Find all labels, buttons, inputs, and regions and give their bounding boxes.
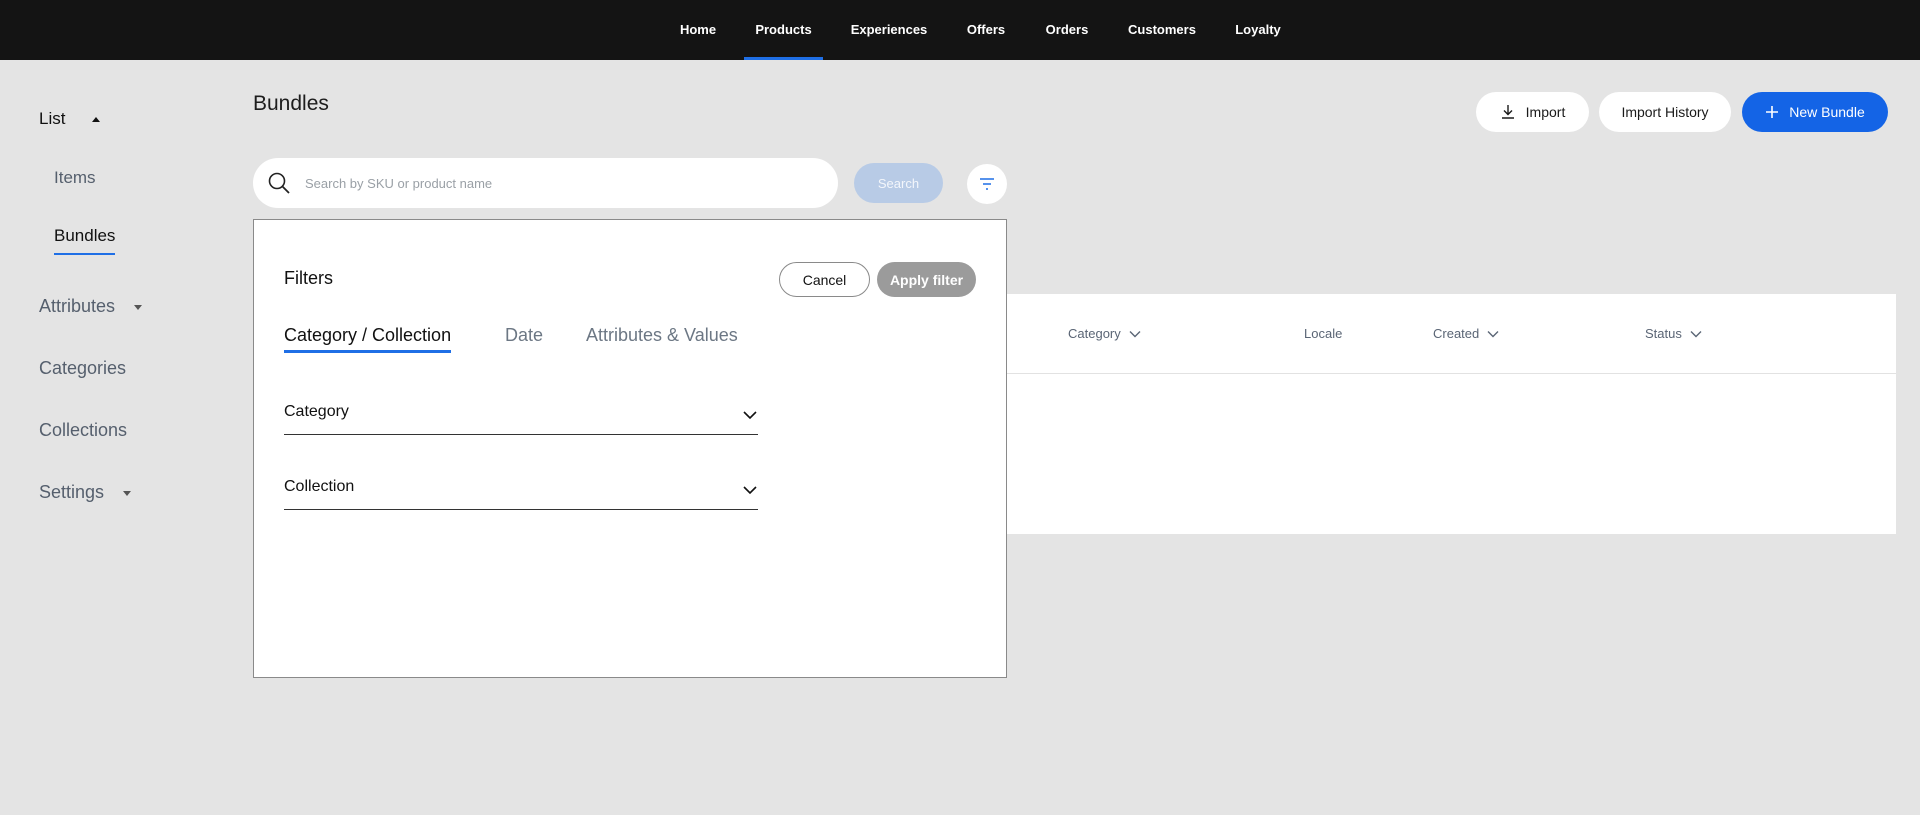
download-icon bbox=[1501, 105, 1514, 119]
column-category-label: Category bbox=[1068, 326, 1121, 341]
column-created-label: Created bbox=[1433, 326, 1480, 341]
table-header: Category Locale Created Status bbox=[1005, 294, 1896, 374]
nav-loyalty[interactable]: Loyalty bbox=[1230, 0, 1286, 60]
column-created[interactable]: Created bbox=[1433, 326, 1499, 341]
plus-icon bbox=[1766, 106, 1779, 118]
column-status[interactable]: Status bbox=[1645, 326, 1702, 341]
column-locale: Locale bbox=[1304, 326, 1342, 341]
tab-category-collection[interactable]: Category / Collection bbox=[284, 325, 452, 353]
filters-title: Filters bbox=[284, 268, 333, 288]
sidebar-item-items[interactable]: Items bbox=[54, 168, 96, 188]
tab-attributes-values[interactable]: Attributes & Values bbox=[586, 325, 738, 346]
sidebar-list-label: List bbox=[39, 109, 66, 128]
sidebar-settings-toggle[interactable]: Settings bbox=[39, 482, 132, 503]
tab-date[interactable]: Date bbox=[505, 325, 543, 346]
chevron-down-icon bbox=[743, 411, 757, 420]
collection-select-label: Collection bbox=[284, 478, 355, 495]
search-input[interactable] bbox=[305, 158, 815, 208]
new-bundle-button[interactable]: New Bundle bbox=[1742, 92, 1888, 132]
import-label: Import bbox=[1525, 104, 1566, 120]
column-status-label: Status bbox=[1645, 326, 1682, 341]
column-category[interactable]: Category bbox=[1068, 326, 1141, 341]
nav-products[interactable]: Products bbox=[744, 0, 823, 60]
import-button[interactable]: Import bbox=[1476, 92, 1589, 132]
apply-filter-button[interactable]: Apply filter bbox=[877, 262, 976, 297]
sidebar-item-categories[interactable]: Categories bbox=[39, 358, 126, 379]
search-button[interactable]: Search bbox=[854, 163, 943, 203]
sidebar-attributes-toggle[interactable]: Attributes bbox=[39, 296, 143, 317]
collection-select[interactable]: Collection bbox=[284, 474, 758, 510]
nav-experiences[interactable]: Experiences bbox=[846, 0, 932, 60]
caret-down-icon bbox=[123, 490, 132, 496]
sidebar-item-bundles[interactable]: Bundles bbox=[54, 226, 116, 255]
chevron-down-icon bbox=[1487, 330, 1499, 337]
filter-toggle-button[interactable] bbox=[967, 164, 1007, 204]
nav-offers[interactable]: Offers bbox=[962, 0, 1010, 60]
chevron-down-icon bbox=[743, 486, 757, 495]
category-select-label: Category bbox=[284, 403, 349, 420]
caret-up-icon bbox=[92, 117, 101, 123]
top-navigation-bar: Home Products Experiences Offers Orders … bbox=[0, 0, 1920, 60]
import-history-button[interactable]: Import History bbox=[1599, 92, 1731, 132]
main-nav: Home Products Experiences Offers Orders … bbox=[0, 0, 1920, 60]
sidebar-attributes-label: Attributes bbox=[39, 296, 116, 316]
sidebar-list-toggle[interactable]: List bbox=[39, 109, 101, 129]
chevron-down-icon bbox=[1690, 330, 1702, 337]
nav-customers[interactable]: Customers bbox=[1124, 0, 1200, 60]
filter-icon bbox=[980, 178, 994, 190]
caret-down-icon bbox=[134, 304, 143, 310]
page-title: Bundles bbox=[253, 92, 329, 115]
search-icon bbox=[268, 172, 290, 194]
filters-panel: Filters Cancel Apply filter Category / C… bbox=[253, 219, 1007, 678]
sidebar-settings-label: Settings bbox=[39, 482, 105, 502]
bundles-table: Category Locale Created Status bbox=[1005, 294, 1896, 534]
column-locale-label: Locale bbox=[1304, 326, 1343, 341]
sidebar-item-collections[interactable]: Collections bbox=[39, 420, 127, 441]
new-bundle-label: New Bundle bbox=[1789, 104, 1865, 120]
nav-home[interactable]: Home bbox=[674, 0, 722, 60]
chevron-down-icon bbox=[1129, 330, 1141, 337]
cancel-button[interactable]: Cancel bbox=[779, 262, 870, 297]
search-box bbox=[253, 158, 838, 208]
category-select[interactable]: Category bbox=[284, 399, 758, 435]
nav-orders[interactable]: Orders bbox=[1041, 0, 1093, 60]
